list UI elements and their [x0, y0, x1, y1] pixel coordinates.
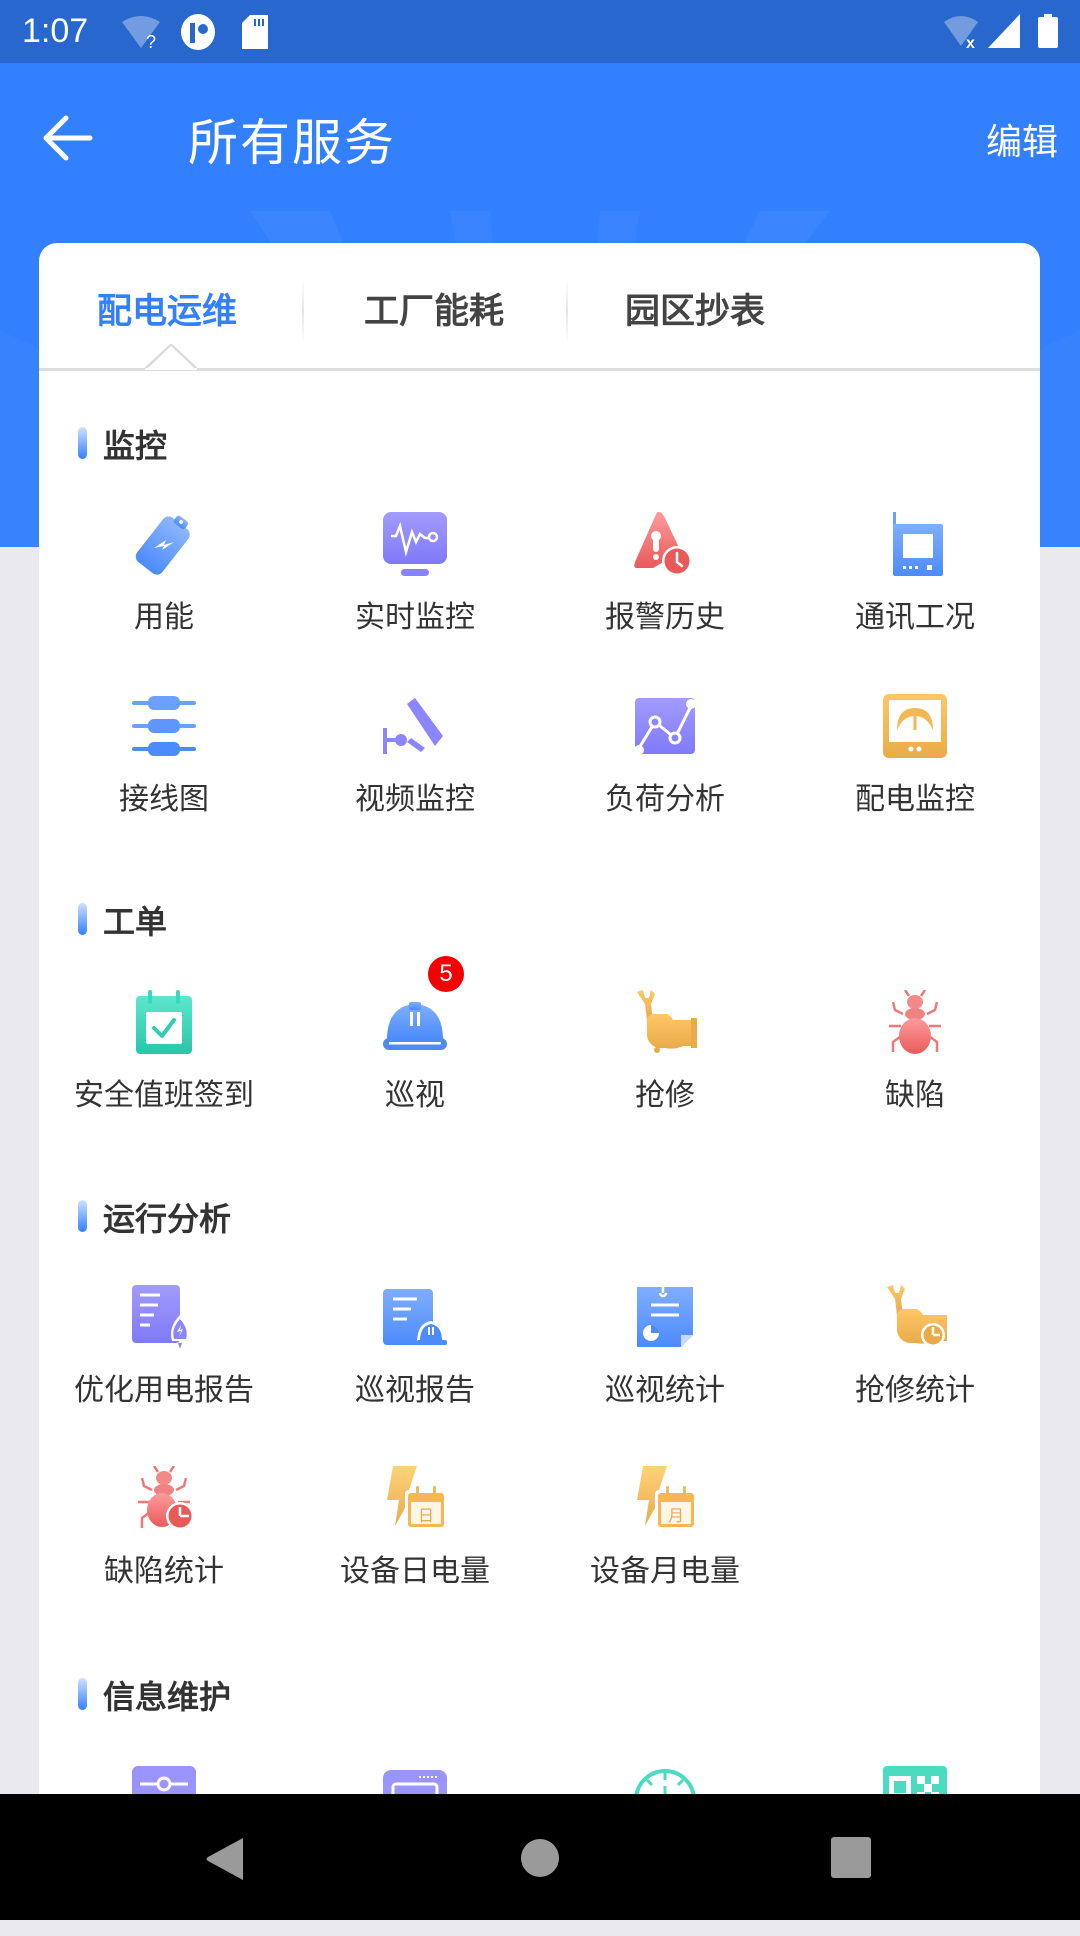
battery-icon — [1038, 14, 1058, 48]
service-energy-use[interactable]: 用能 — [39, 512, 289, 682]
service-inspection[interactable]: 5 巡视 — [290, 956, 540, 1160]
wifi-unknown-icon: ? — [122, 16, 160, 50]
service-label: 巡视统计 — [605, 1373, 725, 1408]
service-device-monthly-power[interactable]: 月 设备月电量 — [540, 1466, 790, 1636]
bug-icon — [889, 990, 941, 1054]
tab-park-meter-reading[interactable]: 园区抄表 — [625, 283, 765, 334]
tab-divider — [566, 277, 568, 345]
service-label: 负荷分析 — [605, 782, 725, 817]
svg-text:x: x — [966, 35, 975, 48]
service-label: 设备月电量 — [590, 1554, 740, 1589]
nav-recents-icon[interactable] — [831, 1837, 871, 1878]
wifi-off-icon: x — [944, 16, 978, 48]
tab-factory-energy[interactable]: 工厂能耗 — [364, 283, 504, 334]
page-title: 所有服务 — [188, 114, 396, 172]
category-tabs: 配电运维 工厂能耗 园区抄表 — [39, 243, 1040, 371]
service-label: 巡视报告 — [355, 1373, 475, 1408]
bug-stats-icon — [138, 1466, 194, 1530]
hard-hat-icon — [383, 1002, 447, 1050]
service-defects[interactable]: 缺陷 — [790, 990, 1040, 1160]
service-label: 缺陷 — [885, 1078, 945, 1113]
service-label: 设备日电量 — [340, 1554, 490, 1589]
service-label: 视频监控 — [355, 782, 475, 817]
line-chart-icon — [634, 698, 696, 755]
section-title: 运行分析 — [103, 1200, 232, 1238]
service-load-analysis[interactable]: 负荷分析 — [540, 694, 790, 864]
service-alarm-history[interactable]: 报警历史 — [540, 512, 790, 682]
service-label: 用能 — [134, 600, 194, 635]
sd-card-icon — [242, 15, 268, 49]
section-title: 监控 — [103, 427, 168, 465]
service-distribution-monitoring[interactable]: 配电监控 — [790, 694, 1040, 864]
service-label: 抢修 — [635, 1078, 695, 1113]
service-device-daily-power[interactable]: 日 设备日电量 — [290, 1466, 540, 1636]
service-video-monitoring[interactable]: 视频监控 — [290, 694, 540, 864]
service-label: 实时监控 — [355, 600, 475, 635]
calendar-check-icon — [136, 990, 192, 1054]
section-marker — [78, 427, 87, 459]
service-wiring-diagram[interactable]: 接线图 — [39, 694, 289, 864]
section-marker — [78, 1678, 87, 1710]
service-realtime-monitoring[interactable]: 实时监控 — [290, 512, 540, 682]
alarm-history-icon — [634, 512, 692, 576]
service-label: 缺陷统计 — [104, 1554, 224, 1589]
service-label: 优化用电报告 — [74, 1373, 254, 1408]
calendar-day-char: 日 — [418, 1506, 434, 1525]
battery-bolt-icon — [135, 515, 190, 575]
monitor-pulse-icon — [383, 512, 447, 576]
service-label: 抢修统计 — [855, 1373, 975, 1408]
cctv-camera-icon — [383, 698, 443, 754]
service-communication-status[interactable]: 通讯工况 — [790, 512, 1040, 682]
bolt-day-calendar-icon: 日 — [387, 1466, 447, 1530]
service-optimization-report[interactable]: 优化用电报告 — [39, 1285, 289, 1455]
wrench-hand-icon — [637, 990, 697, 1053]
section-title: 工单 — [103, 903, 168, 941]
service-inspection-report[interactable]: 巡视报告 — [290, 1285, 540, 1455]
service-label: 通讯工况 — [855, 600, 975, 635]
tab-divider — [302, 277, 304, 345]
calendar-month-char: 月 — [668, 1506, 684, 1525]
section-title: 信息维护 — [103, 1678, 232, 1716]
report-helmet-icon — [383, 1289, 447, 1345]
service-emergency-repair[interactable]: 抢修 — [540, 990, 790, 1160]
section-marker — [78, 1200, 87, 1232]
service-repair-statistics[interactable]: 抢修统计 — [790, 1285, 1040, 1455]
clipboard-pie-icon — [637, 1287, 693, 1347]
edit-button[interactable]: 编辑 — [986, 113, 1058, 165]
wrench-stats-icon — [887, 1285, 947, 1347]
status-time: 1:07 — [22, 12, 89, 50]
service-label: 安全值班签到 — [74, 1078, 254, 1113]
walkie-talkie-icon — [893, 512, 943, 576]
active-tab-indicator — [145, 344, 197, 370]
service-label: 接线图 — [119, 782, 209, 817]
gauge-meter-icon — [883, 694, 947, 758]
nav-back-icon[interactable] — [205, 1836, 245, 1882]
app-notification-icon — [181, 14, 215, 50]
wiring-diagram-icon — [132, 696, 196, 756]
service-label: 巡视 — [385, 1078, 445, 1113]
back-arrow-icon[interactable] — [42, 113, 94, 163]
cell-signal-icon — [988, 14, 1020, 48]
nav-home-icon[interactable] — [520, 1838, 560, 1878]
service-label: 配电监控 — [855, 782, 975, 817]
service-label: 报警历史 — [605, 600, 725, 635]
notification-badge: 5 — [428, 956, 464, 992]
bolt-month-calendar-icon: 月 — [637, 1466, 697, 1530]
report-rocket-icon — [132, 1285, 189, 1349]
section-marker — [78, 903, 87, 935]
service-duty-check-in[interactable]: 安全值班签到 — [39, 990, 289, 1160]
service-defect-statistics[interactable]: 缺陷统计 — [39, 1466, 289, 1636]
status-bar: 1:07 ? x — [0, 0, 1080, 63]
svg-text:?: ? — [146, 32, 156, 50]
tab-distribution-om[interactable]: 配电运维 — [97, 283, 237, 334]
system-navigation-bar — [0, 1794, 1080, 1920]
service-inspection-statistics[interactable]: 巡视统计 — [540, 1285, 790, 1455]
